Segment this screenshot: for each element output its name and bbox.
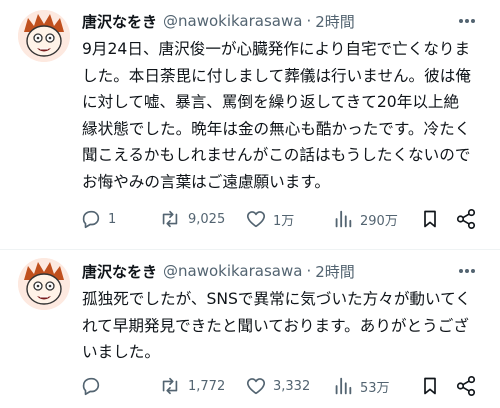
tweet-text: 孤独死でしたが、SNSで異常に気づいた方々が動いてく れて早期発見できたと聞いてお… xyxy=(82,286,482,366)
views-icon xyxy=(335,377,352,395)
like-count: 1万 xyxy=(273,213,295,229)
author-name[interactable]: 唐沢なをき xyxy=(82,11,157,32)
share-icon xyxy=(456,209,476,229)
views-button[interactable]: 53万 xyxy=(332,372,390,400)
share-button[interactable] xyxy=(455,205,477,233)
tweet-text-line: 孤独死でしたが、SNSで異常に気づいた方々が動いてく xyxy=(82,290,471,308)
tweet-text-line: いました。 xyxy=(82,343,160,361)
bookmark-icon xyxy=(424,210,436,228)
tweet[interactable]: 唐沢なをき @nawokikarasawa · 2時間 9月24日、唐沢俊一が心… xyxy=(0,0,500,250)
retweet-button[interactable]: 1,772 xyxy=(158,372,225,400)
tweet-header: 唐沢なをき @nawokikarasawa · 2時間 xyxy=(82,10,355,32)
reply-count: 1 xyxy=(108,211,117,227)
timestamp[interactable]: 2時間 xyxy=(315,261,355,282)
tweet-text-line: した。本日荼毘に付しまして葬儀は行いません。彼は俺 xyxy=(82,66,471,85)
separator-dot: · xyxy=(306,12,312,30)
tweet-header: 唐沢なをき @nawokikarasawa · 2時間 xyxy=(82,260,355,282)
more-icon[interactable] xyxy=(456,10,478,32)
like-button[interactable]: 1万 xyxy=(245,205,294,233)
reply-icon xyxy=(82,210,100,229)
tweet-text-line: 聞こえるかもしれませんがこの話はもうしたくないので xyxy=(82,146,471,164)
avatar[interactable] xyxy=(18,258,70,310)
tweet-text-line: お悔やみの言葉はご遠慮願います。 xyxy=(82,172,330,191)
reply-button[interactable]: 1 xyxy=(80,205,116,233)
bookmark-button[interactable] xyxy=(420,372,440,400)
share-button[interactable] xyxy=(455,372,477,400)
views-button[interactable]: 290万 xyxy=(332,205,398,233)
tweet-text-line: れて早期発見できたと聞いております。ありがとうござ xyxy=(82,316,469,335)
author-handle[interactable]: @nawokikarasawa xyxy=(163,12,302,30)
retweet-icon xyxy=(162,377,178,395)
bookmark-button[interactable] xyxy=(420,205,440,233)
like-count: 3,332 xyxy=(273,378,311,394)
retweet-button[interactable]: 9,025 xyxy=(158,205,225,233)
action-bar: 1,772 3,332 53万 xyxy=(80,372,480,400)
views-icon xyxy=(335,210,352,228)
like-icon xyxy=(246,211,266,228)
author-handle[interactable]: @nawokikarasawa xyxy=(163,262,302,280)
views-count: 290万 xyxy=(360,213,398,229)
tweet-text-line: に対して嘘、暴言、罵倒を繰り返してきて20年以上絶 xyxy=(82,93,460,111)
author-name[interactable]: 唐沢なをき xyxy=(82,261,157,282)
tweet-text-line: 9月24日、唐沢俊一が心臓発作により自宅で亡くなりま xyxy=(82,40,471,58)
reply-button[interactable] xyxy=(80,372,108,400)
avatar[interactable] xyxy=(18,10,70,62)
bookmark-icon xyxy=(424,377,436,395)
action-bar: 1 9,025 1万 290万 xyxy=(80,205,480,233)
timestamp[interactable]: 2時間 xyxy=(315,11,355,32)
like-button[interactable]: 3,332 xyxy=(245,372,310,400)
retweet-count: 9,025 xyxy=(188,211,226,227)
tweet-text: 9月24日、唐沢俊一が心臓発作により自宅で亡くなりま した。本日荼毘に付しまして葬… xyxy=(82,36,482,195)
tweet-text-line: 縁状態でした。晩年は金の無心も酷かったです。冷たく xyxy=(82,119,471,138)
reply-icon xyxy=(82,377,100,396)
retweet-count: 1,772 xyxy=(188,378,226,394)
like-icon xyxy=(246,378,266,395)
retweet-icon xyxy=(162,210,178,228)
views-count: 53万 xyxy=(360,380,390,396)
share-icon xyxy=(456,376,476,396)
separator-dot: · xyxy=(306,262,312,280)
more-icon[interactable] xyxy=(456,260,478,282)
tweet[interactable]: 唐沢なをき @nawokikarasawa · 2時間 孤独死でしたが、SNSで… xyxy=(0,250,500,408)
